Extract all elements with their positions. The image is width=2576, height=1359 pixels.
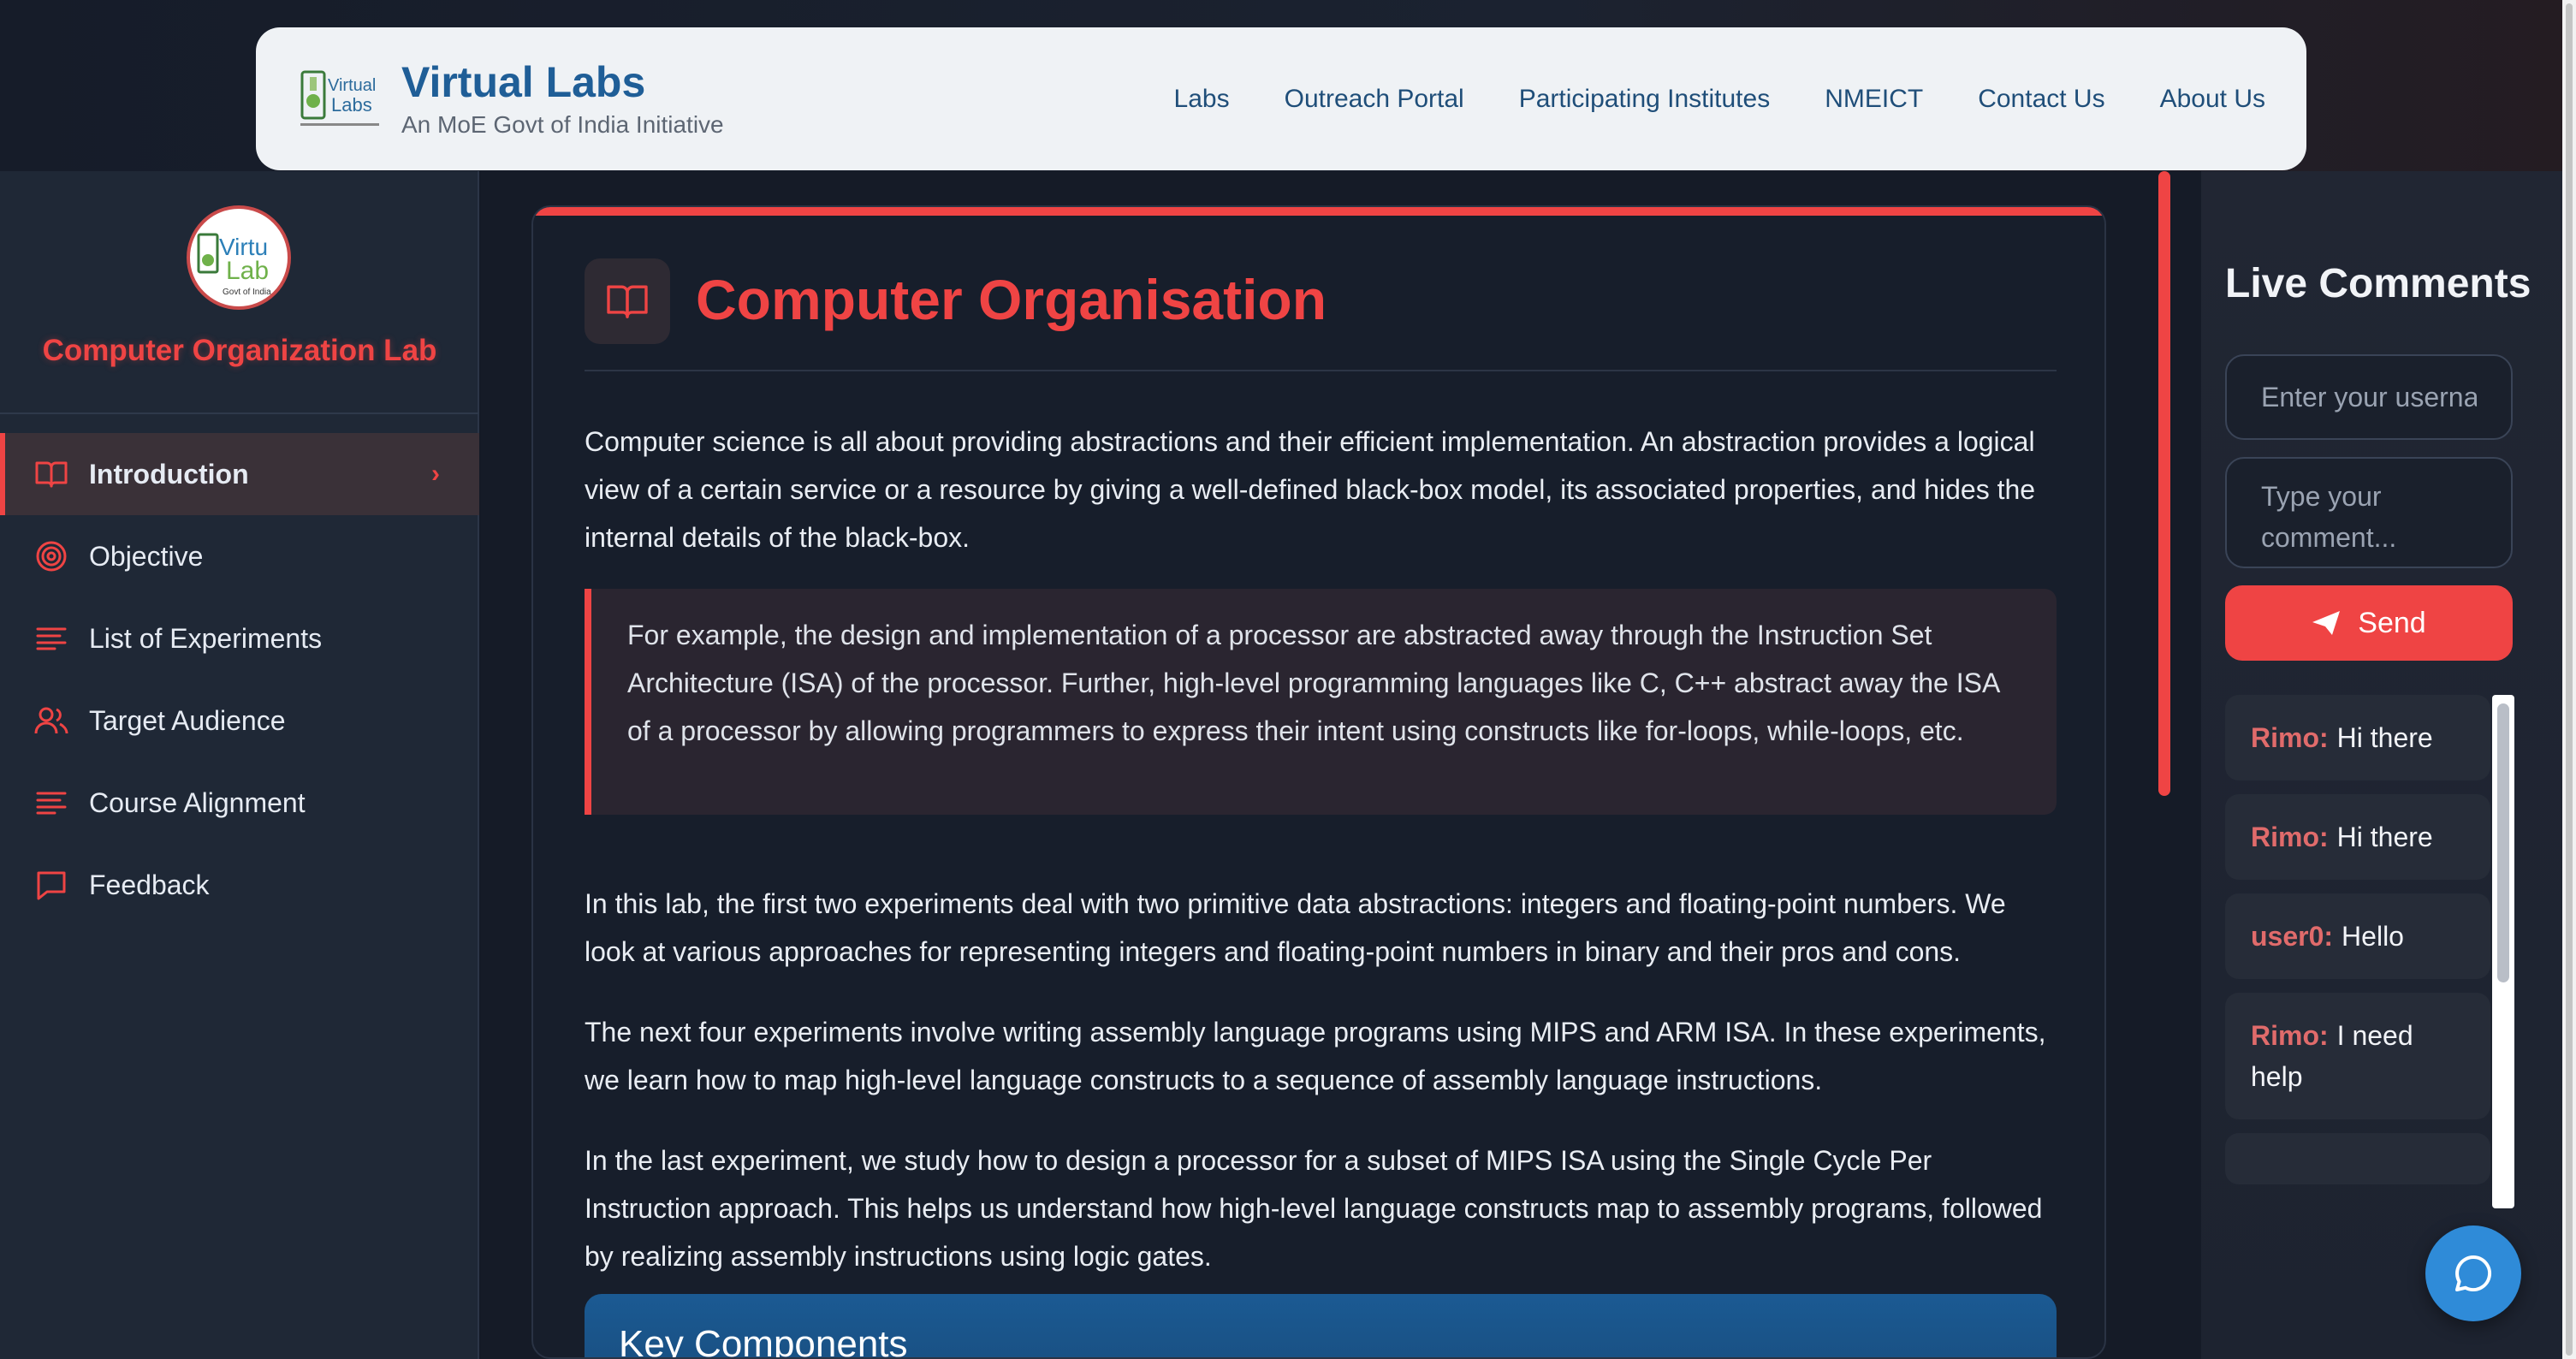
progress-scroll-indicator — [2158, 171, 2170, 796]
site-header: Virtual Labs Virtual Labs An MoE Govt of… — [256, 27, 2306, 170]
nav-contact-us[interactable]: Contact Us — [1978, 85, 2104, 114]
sidebar-item-label: Course Alignment — [89, 786, 306, 818]
card-accent-bar — [533, 207, 2104, 216]
title-divider — [585, 370, 2057, 371]
virtual-labs-logo[interactable]: Virtual Labs — [297, 60, 383, 139]
svg-text:Govt of India: Govt of India — [223, 288, 271, 297]
nav-outreach-portal[interactable]: Outreach Portal — [1285, 85, 1464, 114]
comment-item: Rimo: Hi there — [2225, 794, 2490, 880]
comment-item: Rimo: I need help — [2225, 993, 2490, 1119]
sidebar-item-label: Objective — [89, 540, 204, 572]
sidebar-item-course-alignment[interactable]: Course Alignment — [0, 762, 479, 844]
message-icon — [34, 868, 68, 902]
sidebar-divider — [0, 412, 479, 414]
lab-logo: Virtu Lab Govt of India — [187, 205, 291, 310]
nav-labs[interactable]: Labs — [1174, 85, 1230, 114]
users-icon — [34, 703, 68, 738]
sidebar-item-objective[interactable]: Objective — [0, 515, 479, 597]
lab-title: Computer Organization Lab — [42, 334, 437, 367]
comment-user: Rimo: — [2251, 722, 2329, 753]
send-button[interactable]: Send — [2225, 585, 2513, 661]
comment-user: Rimo: — [2251, 822, 2329, 852]
book-icon — [34, 457, 68, 491]
intro-paragraph-1: Computer science is all about providing … — [585, 426, 2036, 553]
comment-text: Hi there — [2336, 822, 2433, 852]
send-button-label: Send — [2358, 606, 2426, 639]
intro-paragraph-4: In the last experiment, we study how to … — [585, 1145, 2043, 1272]
intro-paragraph-2: In this lab, the first two experiments d… — [585, 888, 2006, 967]
sidebar-item-target-audience[interactable]: Target Audience — [0, 680, 479, 762]
comment-item: Rimo: Hi there — [2225, 695, 2490, 780]
comment-item-partial — [2225, 1133, 2490, 1184]
intro-paragraph-3: The next four experiments involve writin… — [585, 1017, 2046, 1095]
brand-subtitle: An MoE Govt of India Initiative — [401, 111, 724, 138]
brand: Virtual Labs An MoE Govt of India Initia… — [401, 59, 724, 139]
username-input[interactable] — [2225, 354, 2513, 440]
sidebar-item-introduction[interactable]: Introduction › — [0, 433, 479, 515]
key-components-section: Key Components — [585, 1294, 2057, 1359]
send-icon — [2312, 611, 2341, 635]
comment-user: Rimo: — [2251, 1020, 2329, 1051]
comment-text: Hello — [2342, 921, 2404, 952]
nav-nmeict[interactable]: NMEICT — [1825, 85, 1923, 114]
page-title: Computer Organisation — [696, 268, 1327, 331]
svg-text:Lab: Lab — [226, 257, 269, 285]
nav-participating-institutes[interactable]: Participating Institutes — [1519, 85, 1770, 114]
sidebar-item-feedback[interactable]: Feedback — [0, 844, 479, 926]
book-icon — [585, 258, 670, 344]
chevron-right-icon: › — [431, 460, 440, 488]
nav-about-us[interactable]: About Us — [2160, 85, 2265, 114]
comment-user: user0: — [2251, 921, 2334, 952]
comments-title: Live Comments — [2225, 261, 2531, 306]
comment-text: Hi there — [2336, 722, 2433, 753]
comments-scrollbar-thumb[interactable] — [2497, 703, 2509, 982]
sidebar-item-list-of-experiments[interactable]: List of Experiments — [0, 597, 479, 680]
live-comments-panel: Live Comments Send Rimo:Hi there Rimo:Hi… — [2201, 171, 2576, 1359]
list-icon — [34, 786, 68, 820]
sidebar-menu: Introduction › Objective List of Experim… — [0, 433, 479, 926]
list-icon — [34, 621, 68, 656]
sidebar-item-label: List of Experiments — [89, 622, 323, 654]
target-icon — [34, 539, 68, 573]
comment-item: user0: Hello — [2225, 893, 2490, 979]
main-nav: Labs Outreach Portal Participating Insti… — [1174, 85, 2265, 114]
sidebar-item-label: Feedback — [89, 869, 210, 900]
chat-bubble-icon — [2455, 1255, 2492, 1291]
key-components-title: Key Components — [619, 1323, 908, 1359]
sidebar: Virtu Lab Govt of India Computer Organiz… — [0, 171, 479, 1359]
content-card: Computer Organisation Computer science i… — [531, 205, 2106, 1359]
svg-text:Labs: Labs — [331, 94, 372, 116]
sidebar-item-label: Target Audience — [89, 704, 286, 736]
highlight-quote: For example, the design and implementati… — [585, 589, 2057, 815]
comment-list[interactable]: Rimo: Hi there Rimo: Hi there user0: Hello … — [2225, 695, 2490, 1208]
chat-button[interactable] — [2425, 1225, 2521, 1321]
brand-title[interactable]: Virtual Labs — [401, 59, 724, 106]
page-scrollbar-thumb[interactable] — [2566, 3, 2573, 1356]
svg-text:Virtual: Virtual — [328, 76, 376, 95]
sidebar-item-label: Introduction — [89, 458, 249, 490]
comment-textarea[interactable] — [2225, 457, 2513, 568]
